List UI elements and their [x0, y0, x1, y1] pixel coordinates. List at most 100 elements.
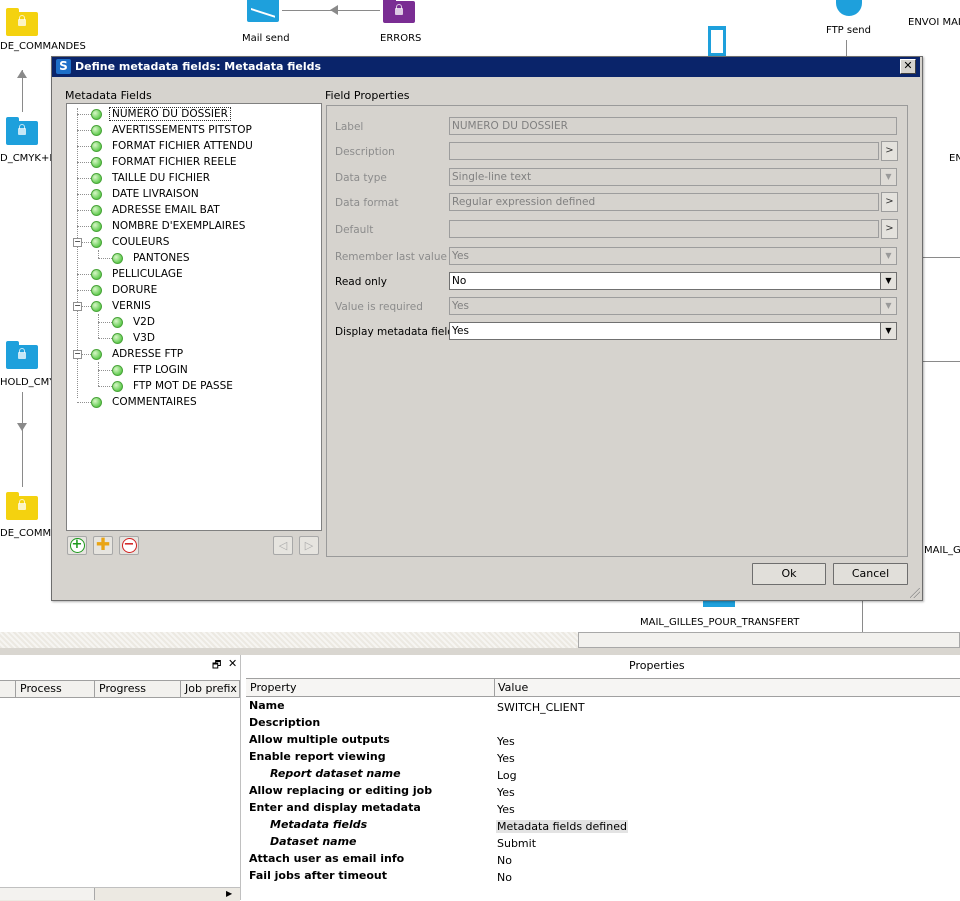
- tree-item[interactable]: TAILLE DU FICHIER: [91, 170, 212, 186]
- connector: [22, 392, 23, 487]
- field-status-icon: [91, 300, 102, 312]
- column-header-value[interactable]: Value: [498, 679, 528, 697]
- switch-app-icon: S: [56, 59, 71, 74]
- tree-item[interactable]: PELLICULAGE: [91, 266, 185, 282]
- table-row[interactable]: Enable report viewing Yes: [249, 750, 949, 767]
- table-row[interactable]: Allow multiple outputs Yes: [249, 733, 949, 750]
- table-row[interactable]: Fail jobs after timeout No: [249, 869, 949, 886]
- metadata-fields-tree[interactable]: − − − NUMERO DU DOSSIER AVERTISSEMENTS P…: [66, 103, 322, 531]
- read-only-select[interactable]: No: [449, 272, 897, 290]
- lock-icon: [18, 124, 26, 135]
- table-row[interactable]: Name SWITCH_CLIENT: [249, 699, 949, 716]
- chevron-down-icon[interactable]: ▼: [880, 272, 897, 290]
- label-row: Label NUMERO DU DOSSIER: [335, 117, 897, 137]
- tree-item[interactable]: FTP MOT DE PASSE: [112, 378, 235, 394]
- table-row[interactable]: Attach user as email info No: [249, 852, 949, 869]
- tree-item[interactable]: COULEURS: [91, 234, 171, 250]
- errors-folder-icon[interactable]: [383, 0, 415, 23]
- tree-item[interactable]: FORMAT FICHIER ATTENDU: [91, 138, 255, 154]
- read-only-row: Read only No ▼: [335, 272, 897, 292]
- tree-item[interactable]: PANTONES: [112, 250, 192, 266]
- cancel-button[interactable]: Cancel: [833, 563, 908, 585]
- remove-field-button[interactable]: −: [119, 536, 139, 555]
- move-up-button[interactable]: ◁: [273, 536, 293, 555]
- close-icon[interactable]: ✕: [900, 59, 916, 74]
- add-field-button[interactable]: +: [67, 536, 87, 555]
- tree-item[interactable]: ADRESSE FTP: [91, 346, 185, 362]
- table-row[interactable]: Description: [249, 716, 949, 733]
- dialog-titlebar[interactable]: S Define metadata fields: Metadata field…: [52, 57, 920, 77]
- tree-item[interactable]: V2D: [112, 314, 157, 330]
- close-icon[interactable]: ✕: [228, 657, 237, 670]
- globe-icon[interactable]: [836, 0, 862, 16]
- column-header-progress[interactable]: Progress: [95, 680, 181, 698]
- table-row[interactable]: Allow replacing or editing job Yes: [249, 784, 949, 801]
- field-status-icon: [91, 172, 102, 184]
- folder-node-icon[interactable]: [6, 492, 38, 520]
- chevron-down-icon[interactable]: ▼: [880, 297, 897, 315]
- label-field[interactable]: NUMERO DU DOSSIER: [449, 117, 897, 135]
- table-row[interactable]: Dataset name Submit: [249, 835, 949, 852]
- field-status-icon: [91, 236, 102, 248]
- chevron-down-icon[interactable]: ▼: [880, 322, 897, 340]
- move-down-button[interactable]: ▷: [299, 536, 319, 555]
- description-row: Description >: [335, 141, 898, 162]
- add-child-field-button[interactable]: ✚: [93, 536, 113, 555]
- connector: [920, 257, 960, 258]
- tree-item[interactable]: NOMBRE D'EXEMPLAIRES: [91, 218, 247, 234]
- splitter[interactable]: [0, 648, 960, 655]
- tree-item[interactable]: VERNIS: [91, 298, 153, 314]
- column-header[interactable]: [0, 680, 16, 698]
- data-format-more-button[interactable]: >: [881, 192, 898, 212]
- collapse-icon[interactable]: −: [73, 350, 82, 359]
- tree-item[interactable]: DORURE: [91, 282, 159, 298]
- tree-item[interactable]: AVERTISSEMENTS PITSTOP: [91, 122, 254, 138]
- restore-icon[interactable]: 🗗: [212, 658, 221, 675]
- mail-send-icon[interactable]: [247, 0, 279, 22]
- node-label: HOLD_CMYI: [0, 377, 59, 388]
- tree-item[interactable]: V3D: [112, 330, 157, 346]
- ok-button[interactable]: Ok: [752, 563, 826, 585]
- canvas-scrollbar-thumb[interactable]: [578, 632, 960, 648]
- table-row[interactable]: Metadata fields Metadata fields defined: [249, 818, 949, 835]
- field-status-icon: [91, 396, 102, 408]
- tree-item[interactable]: DATE LIVRAISON: [91, 186, 201, 202]
- collapse-icon[interactable]: −: [73, 238, 82, 247]
- field-status-icon: [91, 156, 102, 168]
- tree-item[interactable]: FORMAT FICHIER REELE: [91, 154, 239, 170]
- table-row[interactable]: Report dataset name Log: [249, 767, 949, 784]
- folder-node-icon[interactable]: [6, 8, 38, 36]
- folder-node-icon[interactable]: [6, 341, 38, 369]
- remember-last-value-select[interactable]: Yes: [449, 247, 897, 265]
- jobs-horizontal-scrollbar[interactable]: ▶: [0, 887, 240, 901]
- column-header-job-prefix[interactable]: Job prefix: [181, 680, 240, 698]
- field-properties-label: Field Properties: [325, 89, 410, 102]
- display-metadata-field-select[interactable]: Yes: [449, 322, 897, 340]
- default-field[interactable]: [449, 220, 879, 238]
- connector: [862, 599, 863, 632]
- tree-item[interactable]: NUMERO DU DOSSIER: [91, 106, 231, 122]
- node-label: MAIL_GILLES_POUR_TRANSFERT: [640, 617, 800, 628]
- node-label: MAIL_G: [924, 545, 960, 556]
- canvas-scrollbar-track[interactable]: [0, 632, 578, 648]
- chevron-down-icon[interactable]: ▼: [880, 247, 897, 265]
- trash-icon[interactable]: [708, 26, 726, 56]
- description-more-button[interactable]: >: [881, 141, 898, 161]
- tree-item[interactable]: FTP LOGIN: [112, 362, 190, 378]
- table-row[interactable]: Enter and display metadata Yes: [249, 801, 949, 818]
- tree-item[interactable]: ADRESSE EMAIL BAT: [91, 202, 222, 218]
- data-format-field[interactable]: Regular expression defined: [449, 193, 879, 211]
- collapse-icon[interactable]: −: [73, 302, 82, 311]
- column-header-property[interactable]: Property: [250, 679, 297, 697]
- folder-node-icon[interactable]: [6, 117, 38, 145]
- data-type-select[interactable]: Single-line text: [449, 168, 897, 186]
- field-status-icon: [91, 220, 102, 232]
- default-more-button[interactable]: >: [881, 219, 898, 239]
- description-field[interactable]: [449, 142, 879, 160]
- arrow-right-icon[interactable]: ▶: [226, 889, 232, 898]
- column-header-process[interactable]: Process: [16, 680, 95, 698]
- value-required-select[interactable]: Yes: [449, 297, 897, 315]
- tree-item[interactable]: COMMENTAIRES: [91, 394, 199, 410]
- chevron-down-icon[interactable]: ▼: [880, 168, 897, 186]
- resize-grip[interactable]: [910, 588, 920, 598]
